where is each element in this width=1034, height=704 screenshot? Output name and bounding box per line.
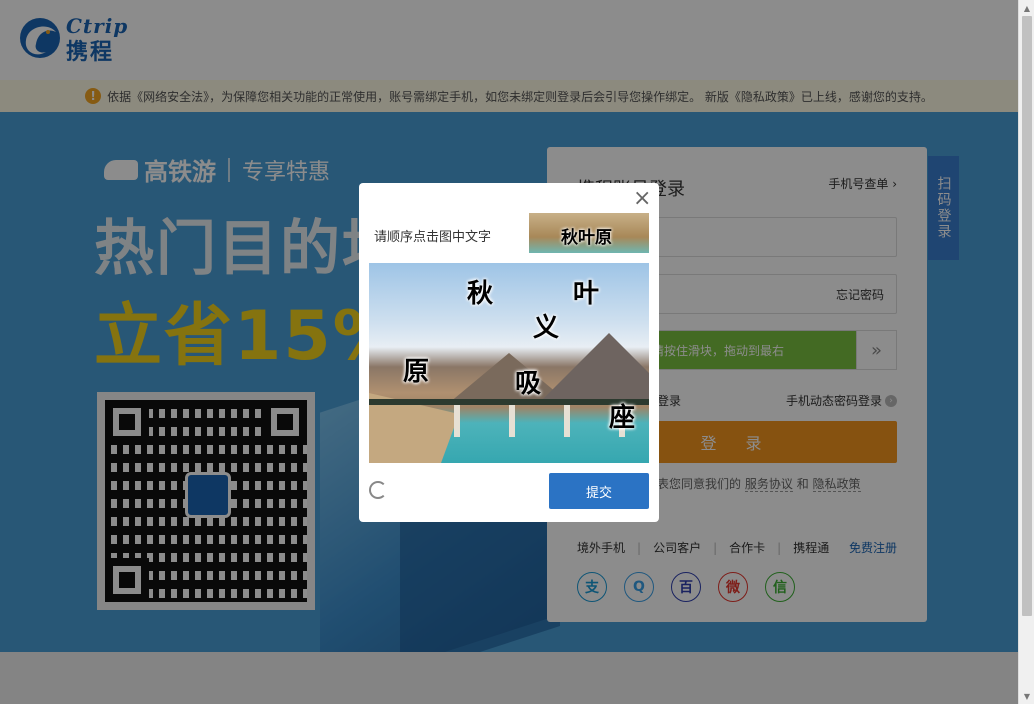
bridge-pillar — [564, 405, 570, 437]
captcha-glyph-ye[interactable]: 叶 — [573, 273, 599, 310]
captcha-glyph-zuo[interactable]: 座 — [609, 397, 635, 434]
captcha-glyph-yi[interactable]: 义 — [533, 307, 559, 344]
refresh-icon[interactable] — [369, 481, 387, 499]
captcha-dialog: × 请顺序点击图中文字 秋叶原 秋 叶 义 原 吸 座 提交 — [359, 183, 659, 522]
captcha-prompt: 请顺序点击图中文字 — [374, 230, 492, 245]
captcha-target-image: 秋叶原 — [529, 213, 649, 253]
scroll-down-icon[interactable]: ▼ — [1019, 688, 1034, 704]
captcha-glyph-yuan[interactable]: 原 — [403, 351, 429, 388]
close-icon[interactable]: × — [633, 188, 651, 210]
captcha-submit-button[interactable]: 提交 — [549, 473, 649, 509]
scroll-thumb[interactable] — [1022, 16, 1032, 616]
bridge-pillar — [509, 405, 515, 437]
bridge-pillar — [454, 405, 460, 437]
captcha-target-chars: 秋叶原 — [561, 228, 612, 248]
captcha-glyph-xi[interactable]: 吸 — [515, 363, 541, 400]
captcha-glyph-qiu[interactable]: 秋 — [467, 273, 493, 310]
vertical-scrollbar[interactable]: ▲ ▼ — [1018, 0, 1034, 704]
scroll-up-icon[interactable]: ▲ — [1019, 0, 1034, 16]
captcha-image[interactable]: 秋 叶 义 原 吸 座 — [369, 263, 649, 463]
